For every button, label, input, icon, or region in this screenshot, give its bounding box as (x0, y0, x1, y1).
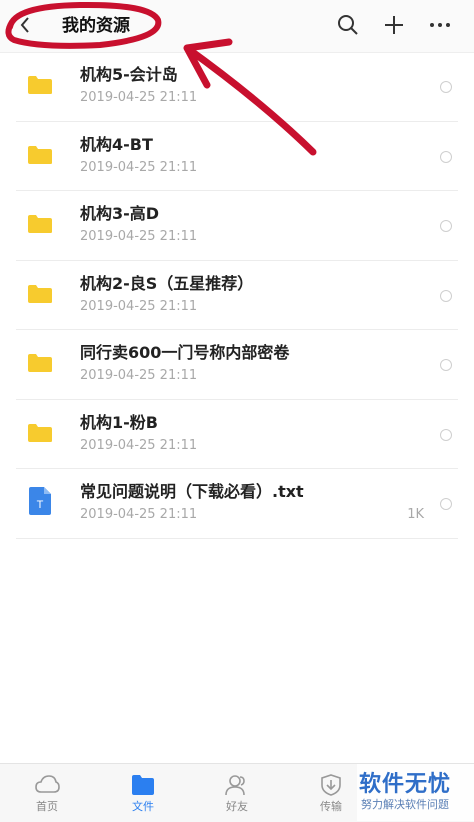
friends-icon (225, 775, 245, 796)
folder-icon (28, 354, 52, 372)
svg-text:T: T (37, 499, 44, 511)
tab-home[interactable]: 首页 (0, 764, 94, 822)
file-date: 2019-04-25 21:11 (80, 368, 198, 383)
more-icon[interactable] (428, 13, 452, 37)
tab-files[interactable]: 文件 (96, 764, 190, 822)
search-icon[interactable] (336, 13, 360, 37)
folder-icon (28, 284, 52, 303)
file-name: 机构1-粉B (80, 412, 158, 432)
page-title: 我的资源 (62, 16, 130, 36)
folder-icon (28, 76, 52, 94)
list-item[interactable]: 机构5-会计岛 2019-04-25 21:11 (0, 52, 474, 122)
plus-icon[interactable] (382, 13, 406, 37)
divider (16, 537, 458, 539)
tab-label: 好友 (226, 800, 248, 813)
back-icon[interactable] (18, 14, 32, 36)
file-name: 机构4-BT (80, 134, 153, 154)
list-item[interactable]: 机构3-高D 2019-04-25 21:11 (0, 191, 474, 261)
folder-icon (28, 423, 52, 442)
file-list: 机构5-会计岛 2019-04-25 21:11 机构4-BT 2019-04-… (0, 52, 474, 539)
tab-label: 首页 (36, 800, 58, 813)
folder-icon (28, 215, 52, 233)
file-date: 2019-04-25 21:11 (80, 90, 198, 105)
watermark-subtitle: 努力解决软件问题 (361, 798, 449, 811)
watermark-title: 软件无忧 (359, 772, 452, 797)
list-item[interactable]: 机构2-良S（五星推荐） 2019-04-25 21:11 (0, 261, 474, 330)
file-date: 2019-04-25 21:11 (80, 298, 198, 314)
list-item[interactable]: T 常见问题说明（下载必看）.txt 2019-04-25 21:11 1K (0, 469, 474, 539)
home-icon (35, 775, 60, 793)
file-name: 同行卖600一门号称内部密卷 (80, 343, 290, 362)
watermark-logo: 软件无忧 努力解决软件问题 (357, 764, 474, 821)
top-bar: 我的资源 (0, 0, 474, 53)
file-name: 机构2-良S（五星推荐） (80, 273, 254, 293)
transfer-icon (321, 774, 341, 796)
file-date: 2019-04-25 21:11 (80, 229, 198, 244)
file-date: 2019-04-25 21:11 (80, 159, 198, 175)
select-radio[interactable] (440, 428, 452, 441)
folder-icon (28, 145, 52, 164)
file-name: 机构3-高D (80, 204, 160, 223)
list-item[interactable]: 同行卖600一门号称内部密卷 2019-04-25 21:11 (0, 330, 474, 400)
text-file-icon: T (29, 487, 51, 515)
file-icon (132, 775, 154, 795)
file-name: 机构5-会计岛 (80, 65, 178, 84)
file-date: 2019-04-25 21:11 (80, 437, 198, 453)
file-size: 1K (407, 507, 424, 522)
select-radio[interactable] (440, 81, 452, 93)
select-radio[interactable] (440, 220, 452, 232)
file-name: 常见问题说明（下载必看）.txt (80, 482, 304, 501)
select-radio[interactable] (440, 359, 452, 371)
select-radio[interactable] (440, 498, 452, 510)
file-date: 2019-04-25 21:11 (80, 507, 198, 522)
tab-friends[interactable]: 好友 (190, 764, 284, 822)
select-radio[interactable] (440, 150, 452, 163)
list-item[interactable]: 机构4-BT 2019-04-25 21:11 (0, 122, 474, 191)
list-item[interactable]: 机构1-粉B 2019-04-25 21:11 (0, 400, 474, 469)
select-radio[interactable] (440, 289, 452, 302)
tab-label: 文件 (132, 800, 154, 813)
